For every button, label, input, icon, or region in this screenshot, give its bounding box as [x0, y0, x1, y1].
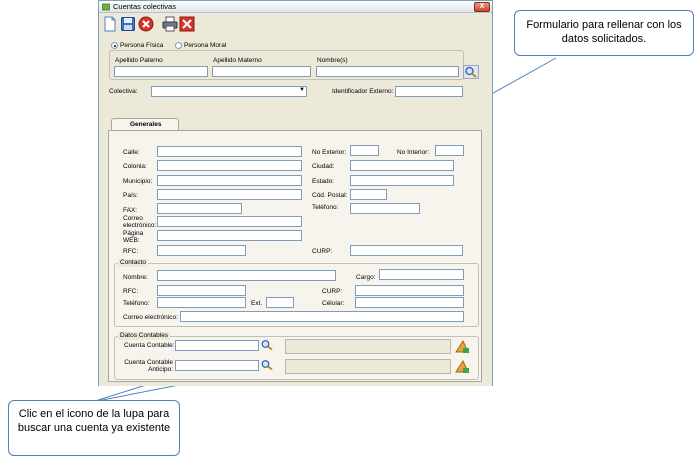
search-magnifier-icon[interactable]: [260, 339, 274, 351]
pagina-web-input[interactable]: [157, 230, 302, 241]
pagina-web-label: Página WEB:: [123, 230, 144, 244]
telefono-label: Teléfono:: [312, 204, 339, 211]
apellido-materno-input[interactable]: [212, 66, 311, 77]
title-bar: Cuentas colectivas X: [99, 1, 492, 13]
persona-moral-label: Persona Moral: [184, 42, 227, 49]
tab-generales-label: Generales: [130, 121, 162, 128]
no-exterior-label: No Exterior:: [312, 149, 347, 156]
nombres-label: Nombre(s): [317, 57, 348, 64]
cuenta-contable-label: Cuenta Contable:: [124, 342, 175, 349]
fax-label: FAX:: [123, 207, 138, 214]
search-magnifier-icon[interactable]: [463, 65, 479, 79]
rfc-label: RFC:: [123, 248, 139, 255]
correo-label: Correo electrónico:: [123, 215, 157, 229]
contacto-title: Contacto: [118, 259, 149, 267]
estado-label: Estado:: [312, 178, 335, 185]
search-callout: Clic en el icono de la lupa para buscar …: [8, 400, 180, 456]
pais-input[interactable]: [157, 189, 302, 200]
contacto-cargo-input[interactable]: [379, 269, 464, 280]
form-callout-text: Formulario para rellenar con los datos s…: [526, 19, 682, 45]
telefono-input[interactable]: [350, 203, 420, 214]
identificador-externo-input[interactable]: [395, 86, 463, 97]
cuenta-contable-description: [285, 339, 451, 354]
contacto-curp-input[interactable]: [355, 285, 464, 296]
rfc-input[interactable]: [157, 245, 246, 256]
contacto-cargo-label: Cargo:: [356, 274, 376, 281]
colectiva-label: Colectiva:: [109, 88, 138, 95]
cancel-circle-icon[interactable]: [138, 16, 154, 32]
municipio-label: Municipio:: [123, 178, 153, 185]
ciudad-label: Ciudad:: [312, 163, 335, 170]
calle-label: Calle:: [123, 149, 140, 156]
contacto-curp-label: CURP:: [322, 288, 343, 295]
contacto-telefono-input[interactable]: [157, 297, 246, 308]
cuenta-anticipo-label: Cuenta Contable Anticipo:: [124, 359, 173, 373]
contacto-ext-input[interactable]: [266, 297, 294, 308]
curp-label: CURP:: [312, 248, 333, 255]
contacto-rfc-input[interactable]: [157, 285, 246, 296]
contacto-nombre-label: Nombre:: [123, 274, 148, 281]
colonia-input[interactable]: [157, 160, 302, 171]
toolbar: [99, 14, 492, 34]
colonia-label: Colonia:: [123, 163, 147, 170]
app-icon: [102, 3, 110, 11]
datos-contables-title: Datos Contables: [118, 332, 171, 340]
calle-input[interactable]: [157, 146, 302, 157]
apellido-materno-label: Apellido Materno: [213, 57, 262, 64]
cod-postal-input[interactable]: [350, 189, 387, 200]
contacto-celular-label: Célular:: [322, 300, 345, 307]
cuentas-colectivas-window: Cuentas colectivas X Persona Física Pers…: [98, 0, 493, 386]
contacto-ext-label: Ext.: [251, 300, 263, 307]
contacto-nombre-input[interactable]: [157, 270, 336, 281]
cod-postal-label: Cód. Postal:: [312, 192, 348, 199]
no-exterior-input[interactable]: [350, 145, 379, 156]
window-close-button[interactable]: X: [474, 2, 490, 12]
apellido-paterno-input[interactable]: [114, 66, 208, 77]
contacto-celular-input[interactable]: [355, 297, 464, 308]
add-account-icon[interactable]: [454, 359, 470, 374]
contacto-correo-input[interactable]: [180, 311, 464, 322]
no-interior-input[interactable]: [435, 145, 464, 156]
chevron-down-icon: ▼: [299, 87, 305, 93]
no-interior-label: No Interior:: [397, 149, 430, 156]
identificador-externo-label: Identificador Externo:: [332, 88, 394, 95]
correo-input[interactable]: [157, 216, 302, 227]
persona-fisica-label: Persona Física: [120, 42, 164, 49]
curp-input[interactable]: [350, 245, 463, 256]
persona-moral-radio[interactable]: [175, 42, 182, 49]
print-icon[interactable]: [162, 16, 178, 32]
cuenta-contable-input[interactable]: [175, 340, 259, 351]
search-callout-text: Clic en el icono de la lupa para buscar …: [17, 408, 171, 434]
form-callout: Formulario para rellenar con los datos s…: [514, 10, 694, 56]
window-title: Cuentas colectivas: [113, 2, 176, 11]
contacto-rfc-label: RFC:: [123, 288, 139, 295]
municipio-input[interactable]: [157, 175, 302, 186]
cuenta-anticipo-input[interactable]: [175, 360, 259, 371]
save-disk-icon[interactable]: [120, 16, 136, 32]
add-account-icon[interactable]: [454, 339, 470, 354]
estado-input[interactable]: [350, 175, 454, 186]
persona-fisica-radio[interactable]: [111, 42, 118, 49]
contacto-telefono-label: Teléfono:: [123, 300, 150, 307]
exit-x-icon[interactable]: [179, 16, 195, 32]
cuenta-anticipo-description: [285, 359, 451, 374]
apellido-paterno-label: Apellido Paterno: [115, 57, 163, 64]
fax-input[interactable]: [157, 203, 242, 214]
contacto-correo-label: Correo electrónico:: [123, 314, 178, 321]
search-magnifier-icon[interactable]: [260, 359, 274, 371]
pais-label: País:: [123, 192, 138, 199]
colectiva-select[interactable]: ▼: [151, 86, 307, 97]
ciudad-input[interactable]: [350, 160, 454, 171]
nombres-input[interactable]: [316, 66, 459, 77]
close-icon: X: [479, 3, 485, 10]
new-document-icon[interactable]: [102, 16, 118, 32]
form-content: Persona Física Persona Moral Apellido Pa…: [99, 34, 492, 386]
